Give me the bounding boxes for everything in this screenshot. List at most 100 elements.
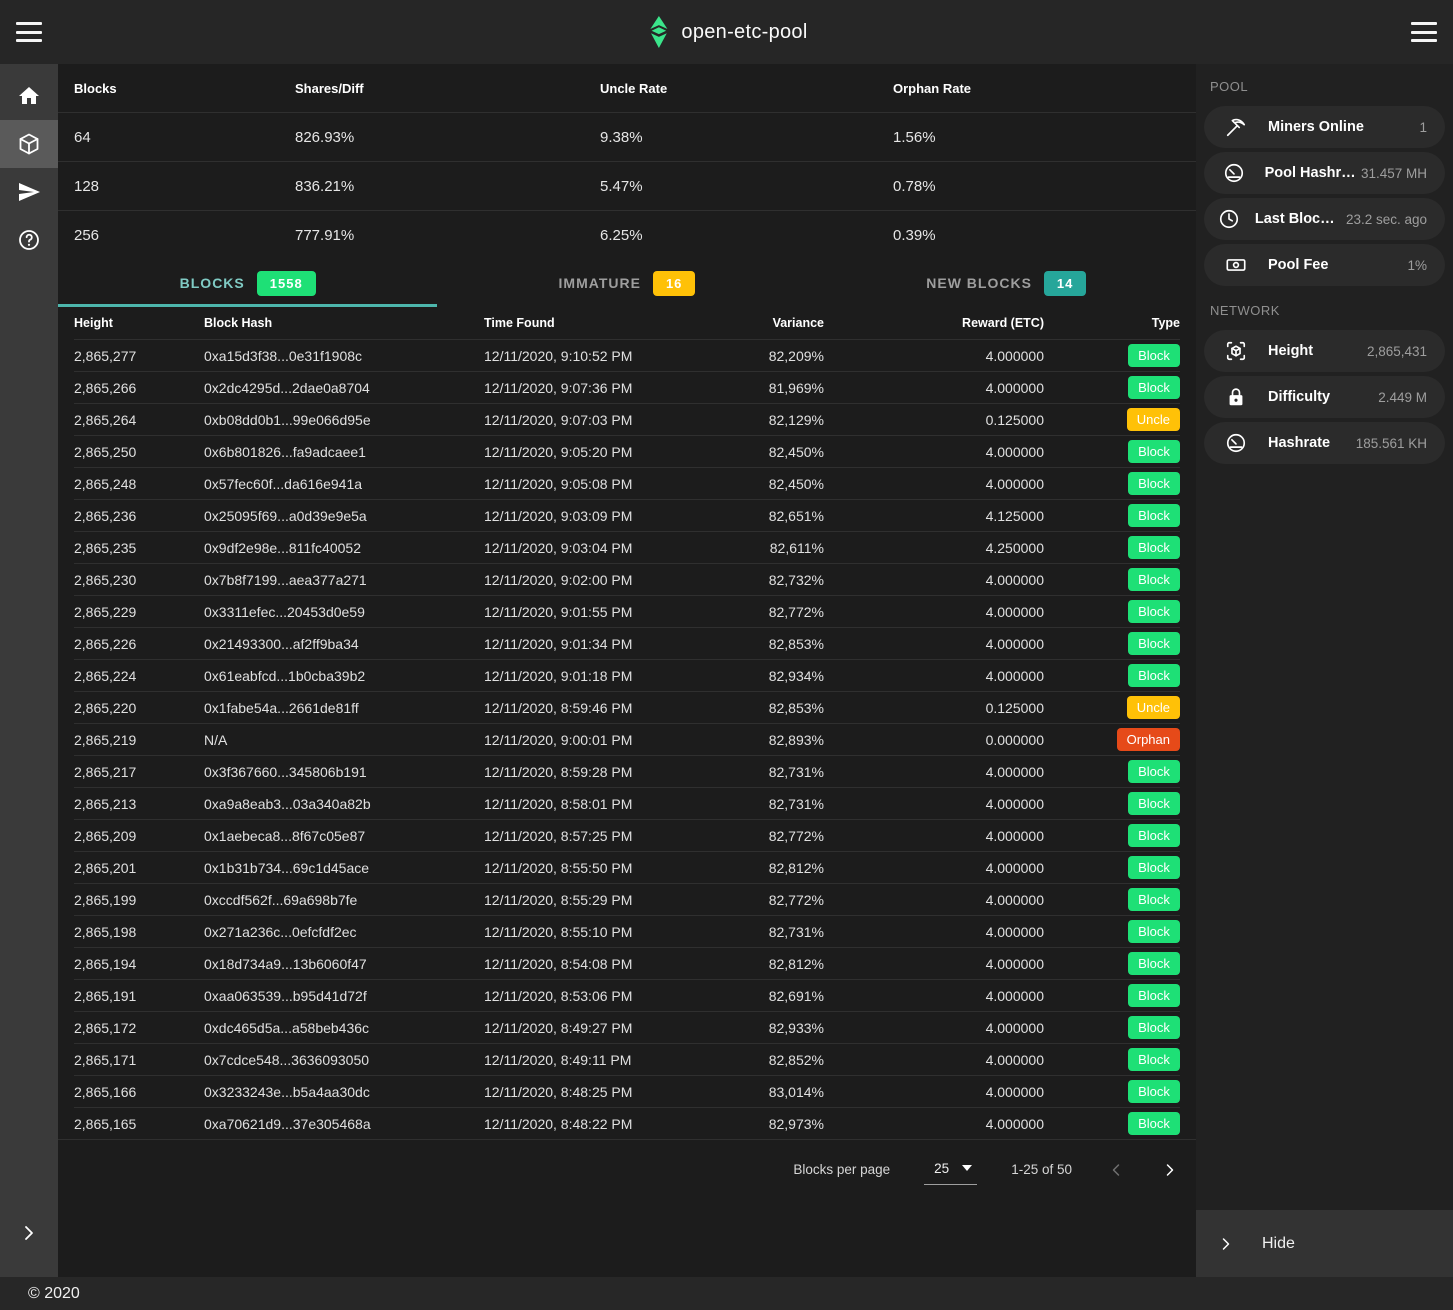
variance-cell: 81,969% (752, 380, 824, 396)
sidebar-item-blocks[interactable] (0, 120, 58, 168)
status-badge: Block (1128, 568, 1180, 591)
time-found-cell: 12/11/2020, 9:07:03 PM (484, 412, 752, 428)
col-header-hash: Block Hash (204, 316, 484, 330)
col-header-time: Time Found (484, 316, 752, 330)
stats-col-header: Shares/Diff (295, 64, 600, 112)
type-cell: Block (1044, 984, 1180, 1007)
tab-immature[interactable]: IMMATURE 16 (437, 259, 816, 307)
block-hash-cell: N/A (204, 732, 484, 748)
reward-cell: 4.000000 (824, 1052, 1044, 1068)
status-badge: Block (1128, 760, 1180, 783)
stats-cell: 836.21% (295, 162, 600, 210)
menu-icon[interactable] (16, 22, 42, 42)
help-icon (17, 228, 41, 252)
status-badge: Block (1128, 856, 1180, 879)
variance-cell: 82,772% (752, 892, 824, 908)
table-row: 2,865,219 N/A 12/11/2020, 9:00:01 PM 82,… (74, 723, 1180, 755)
status-badge: Orphan (1117, 728, 1180, 751)
sidebar-item-payments[interactable] (0, 168, 58, 216)
reward-cell: 4.000000 (824, 476, 1044, 492)
block-hash-cell: 0x3233243e...b5a4aa30dc (204, 1084, 484, 1100)
variance-cell: 82,893% (752, 732, 824, 748)
stats-col-header: Orphan Rate (893, 64, 1180, 112)
reward-cell: 4.250000 (824, 540, 1044, 556)
lock-icon (1204, 386, 1268, 408)
table-row: 2,865,230 0x7b8f7199...aea377a271 12/11/… (74, 563, 1180, 595)
block-hash-cell: 0x6b801826...fa9adcaee1 (204, 444, 484, 460)
variance-cell: 82,691% (752, 988, 824, 1004)
height-cell: 2,865,226 (74, 636, 204, 652)
reward-cell: 4.000000 (824, 444, 1044, 460)
type-cell: Block (1044, 792, 1180, 815)
type-cell: Block (1044, 504, 1180, 527)
home-icon (17, 84, 41, 108)
variance-cell: 82,450% (752, 444, 824, 460)
time-found-cell: 12/11/2020, 9:03:09 PM (484, 508, 752, 524)
table-row: 2,865,165 0xa70621d9...37e305468a 12/11/… (74, 1107, 1180, 1139)
page-range-label: 1-25 of 50 (1011, 1162, 1072, 1177)
status-badge: Block (1128, 664, 1180, 687)
reward-cell: 4.000000 (824, 572, 1044, 588)
table-row: 2,865,229 0x3311efec...20453d0e59 12/11/… (74, 595, 1180, 627)
type-cell: Block (1044, 1112, 1180, 1135)
block-hash-cell: 0xccdf562f...69a698b7fe (204, 892, 484, 908)
variance-cell: 82,772% (752, 828, 824, 844)
type-cell: Block (1044, 952, 1180, 975)
sidebar-expand-button[interactable] (0, 1209, 58, 1257)
block-hash-cell: 0x7cdce548...3636093050 (204, 1052, 484, 1068)
status-badge: Block (1128, 920, 1180, 943)
hide-sidebar-button[interactable]: Hide (1196, 1210, 1453, 1277)
table-row: 2,865,235 0x9df2e98e...811fc40052 12/11/… (74, 531, 1180, 563)
variance-cell: 82,731% (752, 796, 824, 812)
time-found-cell: 12/11/2020, 9:10:52 PM (484, 348, 752, 364)
block-hash-cell: 0x61eabfcd...1b0cba39b2 (204, 668, 484, 684)
height-cell: 2,865,199 (74, 892, 204, 908)
time-found-cell: 12/11/2020, 8:48:25 PM (484, 1084, 752, 1100)
tab-label: BLOCKS (180, 275, 245, 291)
variance-cell: 82,209% (752, 348, 824, 364)
luck-stats-table: Blocks Shares/Diff Uncle Rate Orphan Rat… (58, 64, 1196, 259)
status-badge: Block (1128, 888, 1180, 911)
height-cell: 2,865,229 (74, 604, 204, 620)
blocks-table-header: Height Block Hash Time Found Variance Re… (74, 307, 1180, 339)
height-cell: 2,865,217 (74, 764, 204, 780)
copyright-text: © 2020 (28, 1285, 80, 1303)
chevron-right-icon (1216, 1234, 1236, 1254)
block-hash-cell: 0xa9a8eab3...03a340a82b (204, 796, 484, 812)
reward-cell: 0.125000 (824, 700, 1044, 716)
sidebar-item-home[interactable] (0, 72, 58, 120)
stats-col-header: Blocks (74, 64, 295, 112)
top-bar: open-etc-pool (0, 0, 1453, 64)
status-badge: Block (1128, 792, 1180, 815)
table-row: 2,865,226 0x21493300...af2ff9ba34 12/11/… (74, 627, 1180, 659)
chevron-right-icon (1160, 1160, 1180, 1180)
prev-page-button[interactable] (1106, 1160, 1126, 1180)
table-row: 2,865,201 0x1b31b734...69c1d45ace 12/11/… (74, 851, 1180, 883)
tab-new-blocks[interactable]: NEW BLOCKS 14 (817, 259, 1196, 307)
cube-scan-icon (1204, 340, 1268, 362)
page-size-select[interactable]: 25 (924, 1155, 977, 1185)
stats-cell: 826.93% (295, 113, 600, 161)
time-found-cell: 12/11/2020, 9:03:04 PM (484, 540, 752, 556)
height-cell: 2,865,220 (74, 700, 204, 716)
tab-blocks[interactable]: BLOCKS 1558 (58, 259, 437, 307)
blocks-table: Height Block Hash Time Found Variance Re… (58, 307, 1196, 1139)
block-hash-cell: 0x21493300...af2ff9ba34 (204, 636, 484, 652)
table-row: 2,865,264 0xb08dd0b1...99e066d95e 12/11/… (74, 403, 1180, 435)
status-badge: Block (1128, 440, 1180, 463)
menu-right-icon[interactable] (1411, 22, 1437, 42)
time-found-cell: 12/11/2020, 9:02:00 PM (484, 572, 752, 588)
block-hash-cell: 0x57fec60f...da616e941a (204, 476, 484, 492)
hide-label: Hide (1262, 1235, 1295, 1253)
sidebar-item-help[interactable] (0, 216, 58, 264)
table-row: 2,865,250 0x6b801826...fa9adcaee1 12/11/… (74, 435, 1180, 467)
type-cell: Block (1044, 1048, 1180, 1071)
time-found-cell: 12/11/2020, 8:49:11 PM (484, 1052, 752, 1068)
next-page-button[interactable] (1160, 1160, 1180, 1180)
status-badge: Block (1128, 344, 1180, 367)
block-hash-cell: 0x1aebeca8...8f67c05e87 (204, 828, 484, 844)
block-hash-cell: 0x271a236c...0efcfdf2ec (204, 924, 484, 940)
reward-cell: 4.000000 (824, 988, 1044, 1004)
app-title: open-etc-pool (681, 21, 807, 44)
variance-cell: 82,973% (752, 1116, 824, 1132)
